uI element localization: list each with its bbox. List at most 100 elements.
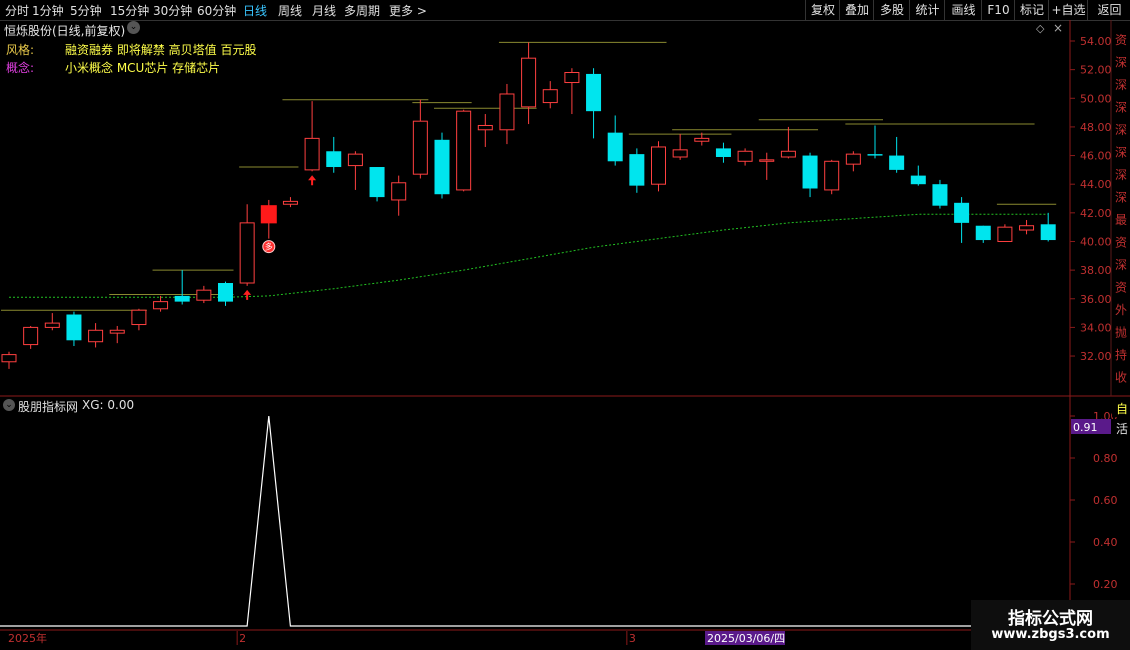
x-axis-year-label: 2025年 [8, 631, 47, 645]
price-tick-label: 40.00 [1080, 235, 1112, 248]
sidebar-char: 收 [1115, 371, 1127, 385]
candle-body-up[interactable] [542, 89, 558, 104]
price-tick-label: 32.00 [1080, 350, 1112, 363]
candle-body-up[interactable] [196, 289, 212, 301]
candle-body-up[interactable] [347, 153, 363, 167]
buy-arrow-icon [308, 175, 317, 186]
candle-body-up[interactable] [824, 160, 840, 191]
candle-body-up[interactable] [672, 149, 688, 158]
candle-body-up[interactable] [412, 120, 428, 175]
candle-body-up[interactable] [499, 93, 515, 131]
candle-body-up[interactable] [239, 222, 255, 284]
candle-body-signal[interactable] [260, 205, 277, 224]
style-label: 风格: [6, 43, 35, 57]
candle-body-down[interactable] [975, 225, 991, 241]
indicator-name: 股朋指标网 [18, 400, 79, 414]
watermark-title: 指标公式网 [1008, 609, 1093, 629]
price-tick-label: 50.00 [1080, 92, 1112, 105]
candle-body-down[interactable] [174, 295, 190, 302]
sidebar-char: 资 [1115, 281, 1127, 295]
candle-body-up[interactable] [131, 309, 147, 326]
candle-body-down[interactable] [954, 202, 970, 223]
style-value: 融资融券 即将解禁 高贝塔值 百元股 [65, 43, 257, 57]
sidebar-char: 深 [1115, 56, 1127, 70]
candle-body-up[interactable] [153, 301, 169, 310]
price-tick-label: 36.00 [1080, 293, 1112, 306]
indicator-tick-label: 0.40 [1093, 536, 1118, 549]
candle-body-up[interactable] [780, 150, 796, 158]
sidebar-char: 外 [1115, 303, 1127, 317]
candle-body-down[interactable] [932, 184, 948, 206]
indicator-line [0, 415, 1070, 627]
candle-body-up[interactable] [88, 329, 104, 343]
candle-body-up[interactable] [564, 72, 580, 84]
candle-body-up[interactable] [391, 182, 407, 201]
stock-title: 恒烁股份(日线,前复权) [4, 24, 126, 38]
candle-body-up[interactable] [845, 153, 861, 165]
candle-body-down[interactable] [629, 154, 645, 186]
candle-body-up[interactable] [997, 226, 1013, 242]
candle-body-up[interactable] [521, 57, 537, 108]
candle-body-down[interactable] [867, 154, 883, 156]
sidebar-char: 深 [1115, 258, 1127, 272]
candle-body-up[interactable] [282, 200, 298, 205]
concept-value: 小米概念 MCU芯片 存储芯片 [65, 61, 221, 75]
buy-arrow-icon [243, 289, 252, 300]
sidebar-char: 抛 [1115, 325, 1127, 340]
candle-body-down[interactable] [715, 148, 731, 157]
candle-body-up[interactable] [1019, 225, 1035, 231]
price-tick-label: 42.00 [1080, 207, 1112, 220]
candle-body-up[interactable] [694, 137, 710, 142]
sidebar-char: 资 [1115, 33, 1127, 47]
watermark-url: www.zbgs3.com [991, 627, 1110, 642]
sidebar-char-lower: 活 [1116, 422, 1128, 436]
candle-body-up[interactable] [44, 322, 60, 328]
candle-body-up[interactable] [109, 329, 125, 334]
candle-body-up[interactable] [477, 124, 493, 131]
price-tick-label: 46.00 [1080, 150, 1112, 163]
candle-body-down[interactable] [218, 283, 233, 302]
candle-body-up[interactable] [456, 110, 472, 191]
indicator-tick-label: 0.80 [1093, 452, 1118, 465]
indicator-xg-value: XG: 0.00 [82, 398, 135, 412]
sidebar-char: 深 [1115, 123, 1127, 137]
diamond-icon[interactable]: ◇ [1036, 22, 1044, 35]
sidebar-char: 持 [1115, 347, 1127, 362]
stock-chart[interactable]: 54.00 52.00 50.00 48.00 46.00 44.00 42.00 40.00… [0, 0, 1130, 650]
sidebar-char: 深 [1115, 101, 1127, 115]
candle-body-down[interactable] [586, 73, 602, 112]
sidebar-char: 深 [1115, 78, 1127, 92]
candle-body-up[interactable] [1, 354, 17, 363]
candle-body-up[interactable] [651, 146, 666, 185]
candle-body-down[interactable] [434, 139, 450, 195]
indicator-tick-label: 0.20 [1093, 578, 1118, 591]
candle-body-down[interactable] [802, 155, 818, 189]
sidebar-char-lower: 自 [1116, 402, 1128, 416]
candle-body-down[interactable] [369, 167, 385, 198]
indicator-tick-label: 0.60 [1093, 494, 1118, 507]
candle-body-up[interactable] [737, 150, 753, 162]
candle-body-down[interactable] [326, 151, 342, 168]
candle-body-down[interactable] [607, 132, 623, 162]
concept-label: 概念: [6, 61, 35, 75]
sidebar-char: 资 [1115, 236, 1127, 250]
candle-body-up[interactable] [304, 137, 320, 171]
collapse-chevron-icon[interactable]: ⌄ [127, 21, 140, 34]
cursor-date-text: 2025/03/06/四 [707, 632, 785, 645]
indicator-chevron-icon[interactable]: ⌄ [3, 399, 15, 411]
x-axis-month-label: 2 [239, 632, 246, 645]
sidebar-char: 最 [1115, 213, 1127, 227]
candle-body-down[interactable] [66, 314, 82, 341]
candle-body-up[interactable] [23, 326, 39, 346]
candle-body-down[interactable] [1040, 224, 1056, 241]
ma-line [9, 213, 1049, 298]
watermark: 指标公式网 www.zbgs3.com [971, 600, 1130, 650]
sidebar-char: 深 [1115, 168, 1127, 182]
sidebar-char: 深 [1115, 146, 1127, 160]
candle-body-up[interactable] [759, 159, 775, 162]
price-tick-label: 52.00 [1080, 64, 1112, 77]
candle-body-down[interactable] [910, 175, 926, 185]
candle-body-down[interactable] [889, 155, 905, 170]
close-icon[interactable]: × [1053, 21, 1063, 35]
indicator-value-badge-text: 0.91 [1073, 421, 1098, 434]
